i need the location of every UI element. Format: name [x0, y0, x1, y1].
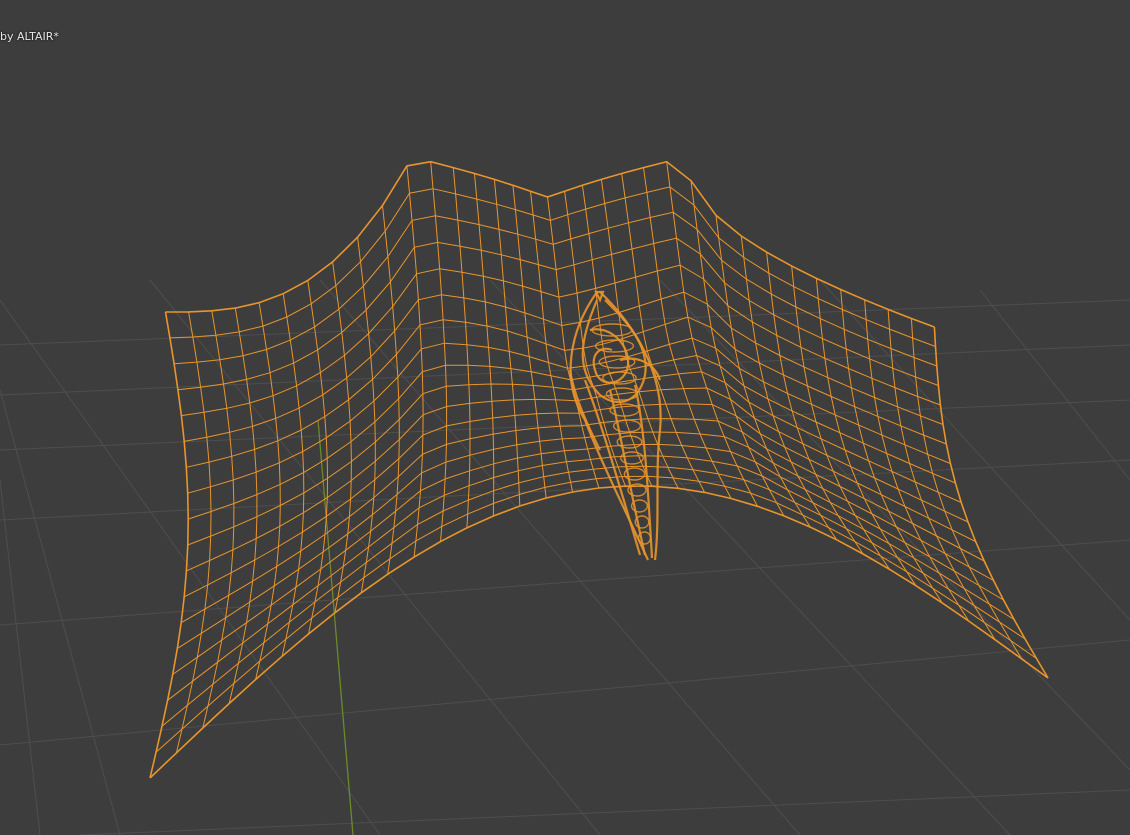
grid-line — [0, 459, 1130, 521]
mesh-edge-column — [149, 311, 190, 779]
grid-line — [149, 279, 601, 835]
mesh-edge-column — [512, 185, 547, 499]
mesh-edge-column — [715, 215, 811, 528]
mesh-edge-row — [155, 475, 1037, 753]
mesh-edge-column — [840, 289, 943, 604]
mesh-edge-column — [255, 302, 281, 680]
mesh-edge-column — [202, 310, 235, 729]
mesh-edge-row — [172, 443, 1004, 675]
viewport-scene[interactable] — [0, 0, 1130, 835]
mesh-edge-row — [149, 485, 1049, 779]
floor-grid — [0, 279, 1130, 835]
pendant-ring — [598, 355, 636, 369]
grid-line — [489, 279, 1011, 835]
mesh-edge-column — [493, 179, 521, 507]
mesh-edge-row — [186, 316, 947, 468]
viewport-overlay-text: by ALTAIR* — [0, 30, 59, 43]
mesh-edge-column — [530, 191, 574, 493]
grid-line — [979, 289, 1130, 481]
mesh-edge-column — [864, 299, 970, 622]
mesh-edge-row — [174, 211, 937, 367]
mesh-edge-column — [228, 308, 258, 704]
mesh-edge-row — [183, 403, 976, 598]
grid-line — [819, 279, 1130, 621]
mesh-edge-column — [910, 318, 1023, 660]
3d-viewport[interactable]: by ALTAIR* — [0, 0, 1130, 835]
mesh-edge-column — [175, 311, 212, 754]
mesh-edge-row — [165, 160, 935, 328]
mesh-edge-row — [167, 455, 1015, 701]
pendant-ring — [594, 339, 635, 353]
grid-line — [0, 389, 121, 835]
mesh-edge-row — [187, 337, 951, 494]
mesh-edge-column — [332, 261, 352, 613]
mesh-edge-column — [887, 309, 996, 641]
cloth-mesh-wireframe[interactable] — [149, 160, 1049, 779]
grid-line — [79, 789, 1130, 835]
grid-line — [0, 479, 41, 835]
grid-line — [0, 399, 1130, 451]
